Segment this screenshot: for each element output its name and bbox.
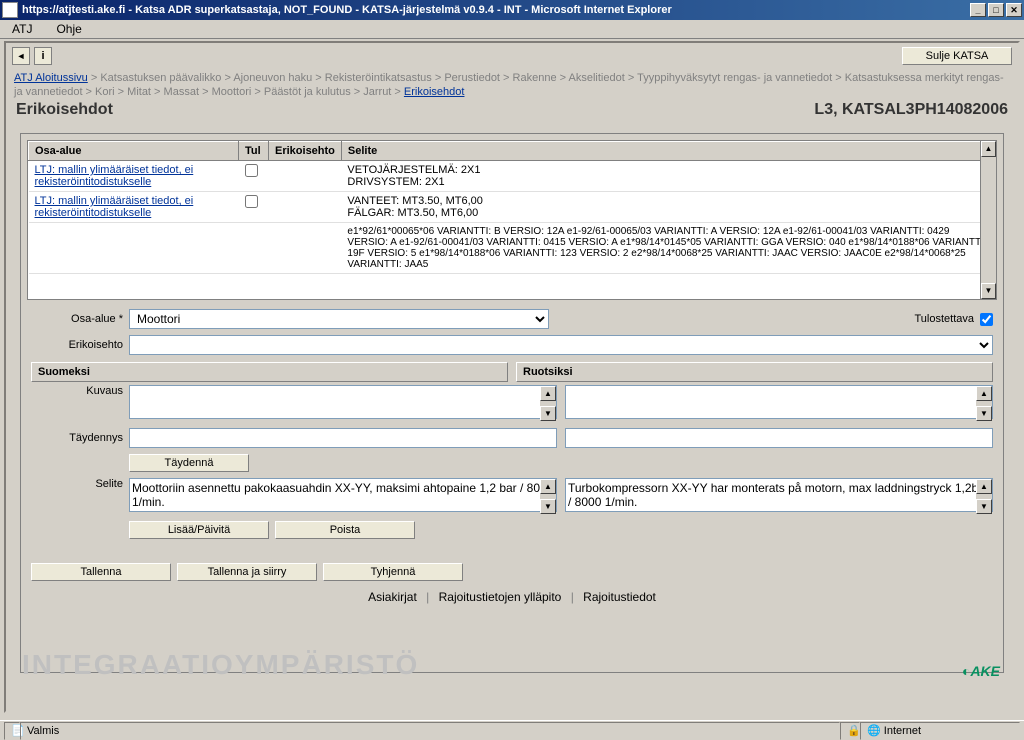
scroll-up-icon[interactable]: ▲ [976, 479, 992, 494]
row-selite: VETOJÄRJESTELMÄ: 2X1 DRIVSYSTEM: 2X1 [341, 161, 995, 192]
row-osa-link[interactable]: LTJ: mallin ylimääräiset tiedot, ei reki… [29, 161, 239, 192]
th-osa[interactable]: Osa-alue [29, 142, 239, 161]
taydennys-sv-input[interactable] [565, 428, 993, 448]
th-ehto[interactable]: Erikoisehto [269, 142, 342, 161]
ruotsiksi-header: Ruotsiksi [516, 362, 993, 382]
erikoisehto-label: Erikoisehto [31, 339, 123, 351]
zone-text: Internet [884, 725, 921, 737]
maximize-button[interactable]: □ [988, 3, 1004, 17]
table-scrollbar[interactable]: ▲ ▼ [980, 141, 996, 299]
footer-asiakirjat[interactable]: Asiakirjat [368, 590, 417, 604]
taydenna-button[interactable]: Täydennä [129, 454, 249, 472]
ie-icon [2, 2, 18, 18]
th-selite[interactable]: Selite [341, 142, 995, 161]
erikoisehto-select[interactable] [129, 335, 993, 355]
bc-4: Perustiedot [444, 72, 500, 84]
ake-logo: ◐AKE [962, 663, 1000, 679]
th-tul[interactable]: Tul [239, 142, 269, 161]
row-osa-link[interactable]: LTJ: mallin ylimääräiset tiedot, ei reki… [29, 192, 239, 223]
selite-label: Selite [31, 478, 123, 490]
window-titlebar: https://atjtesti.ake.fi - Katsa ADR supe… [0, 0, 1024, 20]
globe-icon: 🌐 [867, 724, 881, 737]
kuvaus-fi-textarea[interactable] [129, 385, 557, 419]
watermark: INTEGRAATIOYMPÄRISTÖ [22, 649, 419, 681]
osa-alue-label: Osa-alue * [31, 313, 123, 325]
selite-fi-textarea[interactable]: Moottoriin asennettu pakokaasuahdin XX-Y… [129, 478, 557, 512]
scroll-down-icon[interactable]: ▼ [976, 499, 992, 514]
footer-rajoitus-yp[interactable]: Rajoitustietojen ylläpito [439, 590, 562, 604]
bc-11: Massat [164, 86, 199, 98]
status-text: Valmis [20, 722, 840, 740]
info-button[interactable] [34, 47, 52, 65]
tallenna-button[interactable]: Tallenna [31, 563, 171, 581]
suomeksi-header: Suomeksi [31, 362, 508, 382]
tulostettava-label: Tulostettava [914, 313, 974, 325]
bc-2: Ajoneuvon haku [233, 72, 312, 84]
taydennys-label: Täydennys [31, 432, 123, 444]
table-row: e1*92/61*00065*06 VARIANTTI: B VERSIO: 1… [29, 223, 996, 274]
bc-7: Tyyppihyväksytyt rengas- ja vannetiedot [637, 72, 832, 84]
menu-atj[interactable]: ATJ [12, 22, 32, 36]
row-tul-checkbox[interactable] [245, 164, 258, 177]
conditions-table: Osa-alue Tul Erikoisehto Selite LTJ: mal… [27, 140, 997, 300]
scroll-up-icon[interactable]: ▲ [981, 141, 996, 157]
page-meta: L3, KATSAL3PH14082006 [814, 101, 1008, 119]
close-katsa-button[interactable]: Sulje KATSA [902, 47, 1012, 65]
bc-15[interactable]: Erikoisehdot [404, 86, 465, 98]
scroll-up-icon[interactable]: ▲ [976, 386, 992, 401]
row-selite: e1*92/61*00065*06 VARIANTTI: B VERSIO: 1… [341, 223, 995, 274]
menubar: ATJ Ohje [0, 20, 1024, 39]
tulostettava-checkbox[interactable] [980, 313, 993, 326]
osa-alue-select[interactable]: Moottori [129, 309, 549, 329]
tyhjenna-button[interactable]: Tyhjennä [323, 563, 463, 581]
bc-9: Kori [95, 86, 115, 98]
scroll-down-icon[interactable]: ▼ [981, 283, 996, 299]
minimize-button[interactable]: _ [970, 3, 986, 17]
selite-sv-textarea[interactable]: Turbokompressorn XX-YY har monterats på … [565, 478, 993, 512]
row-tul-checkbox[interactable] [245, 195, 258, 208]
window-title: https://atjtesti.ake.fi - Katsa ADR supe… [22, 4, 970, 16]
kuvaus-sv-textarea[interactable] [565, 385, 993, 419]
lock-icon: 🔒 [847, 724, 861, 737]
bc-14: Jarrut [363, 86, 391, 98]
tallenna-siirry-button[interactable]: Tallenna ja siirry [177, 563, 317, 581]
table-row: LTJ: mallin ylimääräiset tiedot, ei reki… [29, 161, 996, 192]
statusbar: 📄 Valmis 🔒 🌐 Internet [0, 720, 1024, 740]
footer-rajoitus[interactable]: Rajoitustiedot [583, 590, 656, 604]
close-window-button[interactable]: ✕ [1006, 3, 1022, 17]
bc-3: Rekisteröintikatsastus [325, 72, 432, 84]
table-row: LTJ: mallin ylimääräiset tiedot, ei reki… [29, 192, 996, 223]
bc-13: Päästöt ja kulutus [264, 86, 351, 98]
breadcrumb: ATJ Aloitussivu > Katsastuksen päävalikk… [6, 69, 1018, 101]
bc-6: Akselitiedot [569, 72, 625, 84]
scroll-down-icon[interactable]: ▼ [540, 406, 556, 421]
menu-ohje[interactable]: Ohje [56, 22, 81, 36]
taydennys-fi-input[interactable] [129, 428, 557, 448]
scroll-down-icon[interactable]: ▼ [976, 406, 992, 421]
kuvaus-label: Kuvaus [31, 385, 123, 397]
back-button[interactable] [12, 47, 30, 65]
bc-12: Moottori [212, 86, 252, 98]
poista-button[interactable]: Poista [275, 521, 415, 539]
lisaa-paivita-button[interactable]: Lisää/Päivitä [129, 521, 269, 539]
page-title: Erikoisehdot [16, 101, 113, 119]
table-header-row: Osa-alue Tul Erikoisehto Selite [29, 142, 996, 161]
bc-5: Rakenne [513, 72, 557, 84]
scroll-down-icon[interactable]: ▼ [540, 499, 556, 514]
scroll-up-icon[interactable]: ▲ [540, 479, 556, 494]
bc-10: Mitat [127, 86, 151, 98]
bc-0[interactable]: ATJ Aloitussivu [14, 72, 88, 84]
bc-1: Katsastuksen päävalikko [100, 72, 221, 84]
row-selite: VANTEET: MT3.50, MT6,00 FÄLGAR: MT3.50, … [341, 192, 995, 223]
scroll-up-icon[interactable]: ▲ [540, 386, 556, 401]
